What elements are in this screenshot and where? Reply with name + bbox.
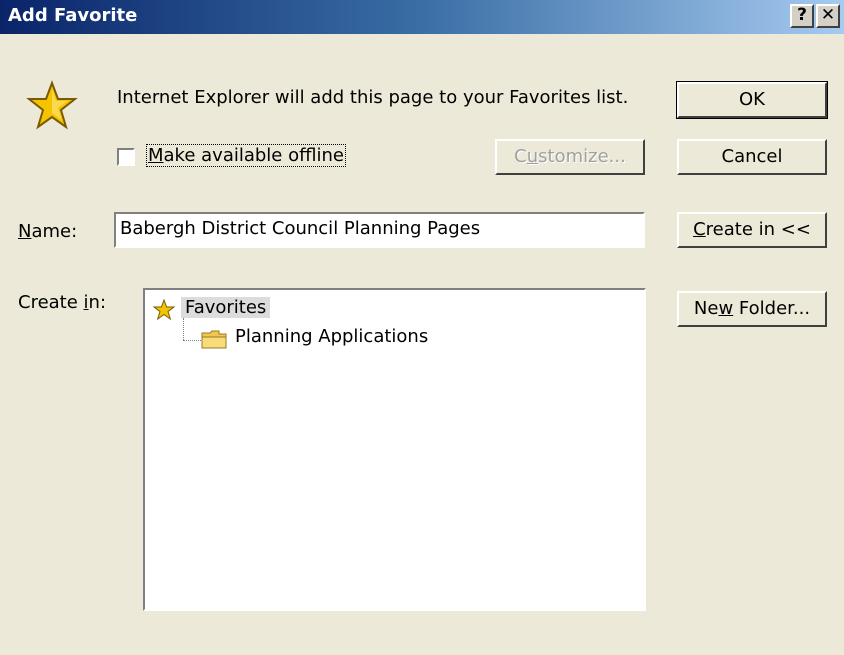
new-folder-label-post: Folder... <box>733 298 811 319</box>
name-label-rest: ame: <box>31 221 78 242</box>
title-bar[interactable]: Add Favorite ? ✕ <box>0 0 844 34</box>
tree-connector <box>183 318 184 340</box>
new-folder-hotkey: w <box>718 298 734 319</box>
star-icon <box>153 299 175 321</box>
create-in-label-post: n: <box>88 292 107 313</box>
add-favorite-dialog: Add Favorite ? ✕ Internet Explorer will … <box>0 0 844 655</box>
name-hotkey: N <box>18 221 32 242</box>
folder-icon <box>201 330 227 349</box>
customize-label-post: stomize... <box>538 146 626 167</box>
info-message: Internet Explorer will add this page to … <box>117 87 629 108</box>
create-in-button[interactable]: Create in << <box>677 212 827 248</box>
create-in-label-pre: Create <box>18 292 84 313</box>
dialog-title: Add Favorite <box>8 5 138 26</box>
name-label: Name: <box>18 221 77 242</box>
offline-label-rest: ake available offline <box>163 145 345 166</box>
close-button[interactable]: ✕ <box>816 4 840 28</box>
new-folder-button[interactable]: New Folder... <box>677 291 827 327</box>
customize-hotkey: u <box>526 146 539 167</box>
folder-tree[interactable]: Favorites Planning Applications <box>143 288 646 611</box>
help-button[interactable]: ? <box>790 4 814 28</box>
create-in-label-rest: reate in << <box>705 219 811 240</box>
tree-connector <box>183 340 201 341</box>
ok-button[interactable]: OK <box>676 81 828 119</box>
offline-checkbox[interactable] <box>117 148 135 166</box>
new-folder-label-pre: Ne <box>693 298 719 319</box>
create-in-hotkey: C <box>693 219 706 240</box>
offline-checkbox-label[interactable]: Make available offline <box>146 144 347 167</box>
offline-hotkey: M <box>148 145 164 166</box>
tree-item-label: Favorites <box>181 297 271 318</box>
create-in-label: Create in: <box>18 292 106 313</box>
name-input[interactable]: Babergh District Council Planning Pages <box>114 212 645 248</box>
customize-label-pre: C <box>514 146 527 167</box>
favorites-star-icon <box>26 80 78 130</box>
customize-button[interactable]: Customize... <box>495 139 645 175</box>
cancel-button[interactable]: Cancel <box>677 139 827 175</box>
tree-item-label: Planning Applications <box>235 326 429 347</box>
